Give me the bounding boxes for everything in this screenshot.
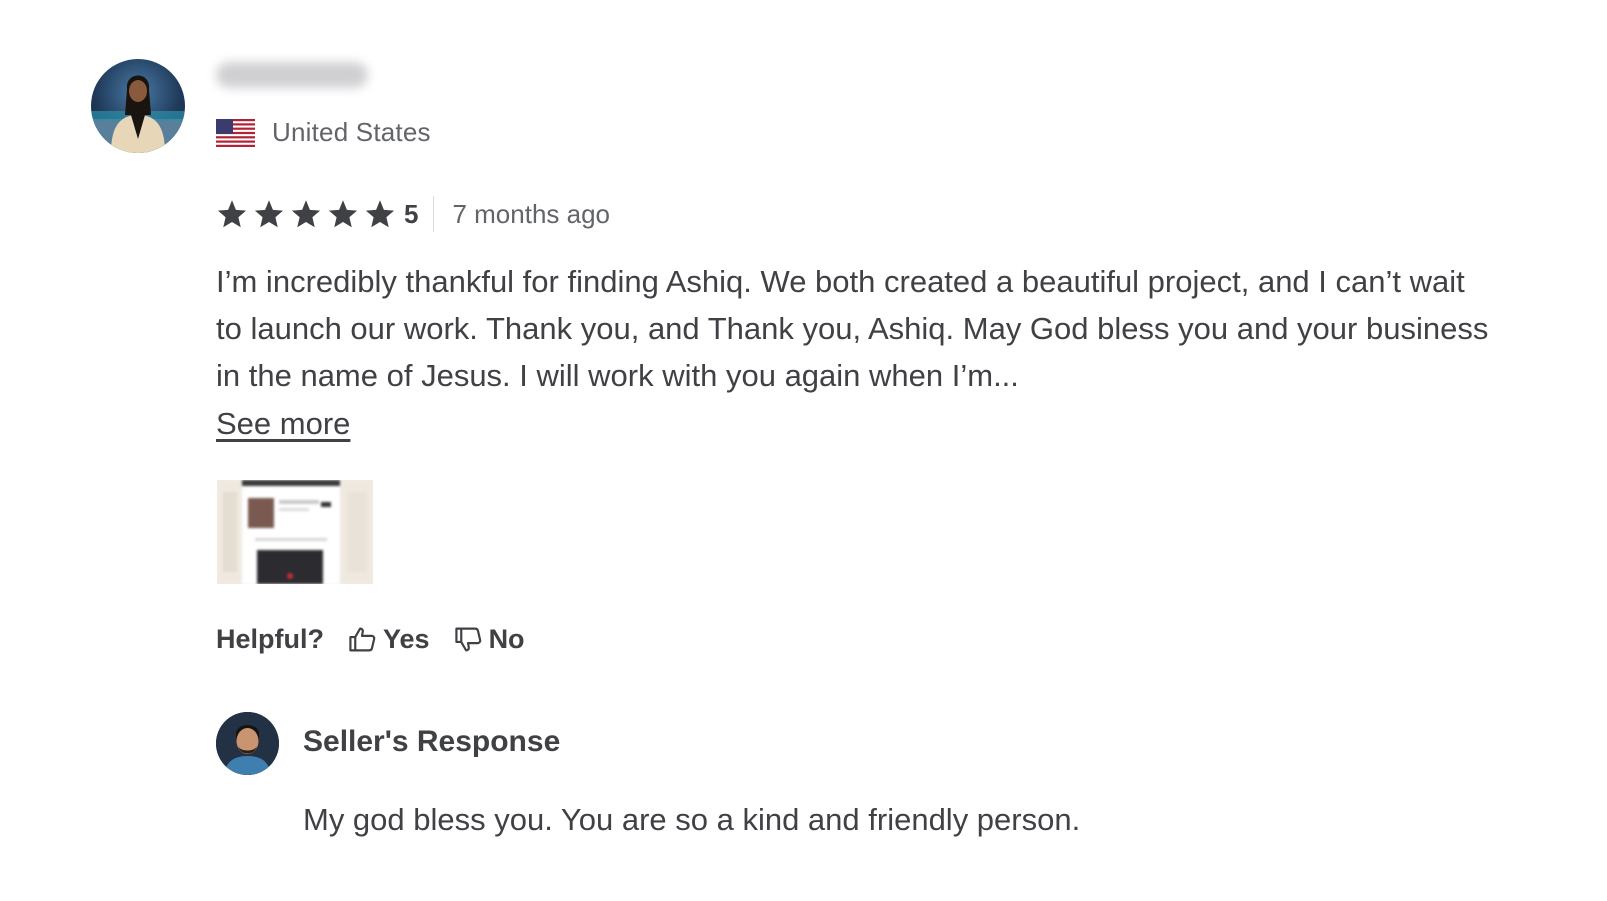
- review-time-ago: 7 months ago: [452, 198, 611, 229]
- star-icon: [254, 200, 284, 228]
- star-icon: [328, 200, 358, 228]
- see-more-link[interactable]: See more: [216, 400, 350, 447]
- rating-score: 5: [404, 198, 419, 229]
- person-avatar-icon: [91, 75, 185, 153]
- star-icon: [365, 200, 395, 228]
- seller-response-title: Seller's Response: [303, 725, 561, 758]
- seller-avatar[interactable]: [216, 712, 279, 775]
- us-flag-icon: [216, 118, 255, 147]
- review-text: I’m incredibly thankful for finding Ashi…: [216, 264, 1489, 393]
- rating-row: 5 7 months ago: [216, 196, 610, 232]
- helpful-label: Helpful?: [216, 623, 324, 654]
- reviewer-avatar[interactable]: [91, 59, 185, 153]
- reviewer-username-blurred: [216, 62, 368, 88]
- review-attachment-thumbnail[interactable]: [217, 480, 373, 584]
- star-icon: [217, 200, 247, 228]
- helpful-yes-label: Yes: [383, 623, 430, 654]
- thumbs-down-icon: [454, 627, 481, 651]
- helpful-yes-button[interactable]: Yes: [348, 624, 430, 655]
- thumbs-up-icon: [349, 627, 376, 651]
- country-name: United States: [272, 117, 431, 147]
- helpful-no-label: No: [488, 623, 525, 654]
- helpful-row: Helpful? Yes No: [216, 620, 525, 658]
- seller-response-text: My god bless you. You are so a kind and …: [303, 802, 1081, 837]
- project-screenshot-image: [217, 480, 373, 584]
- seller-person-icon: [216, 712, 279, 775]
- star-rating: [216, 199, 396, 229]
- star-icon: [291, 200, 321, 228]
- reviewer-country: United States: [216, 117, 431, 148]
- rating-divider: [433, 196, 435, 232]
- helpful-no-button[interactable]: No: [454, 624, 525, 655]
